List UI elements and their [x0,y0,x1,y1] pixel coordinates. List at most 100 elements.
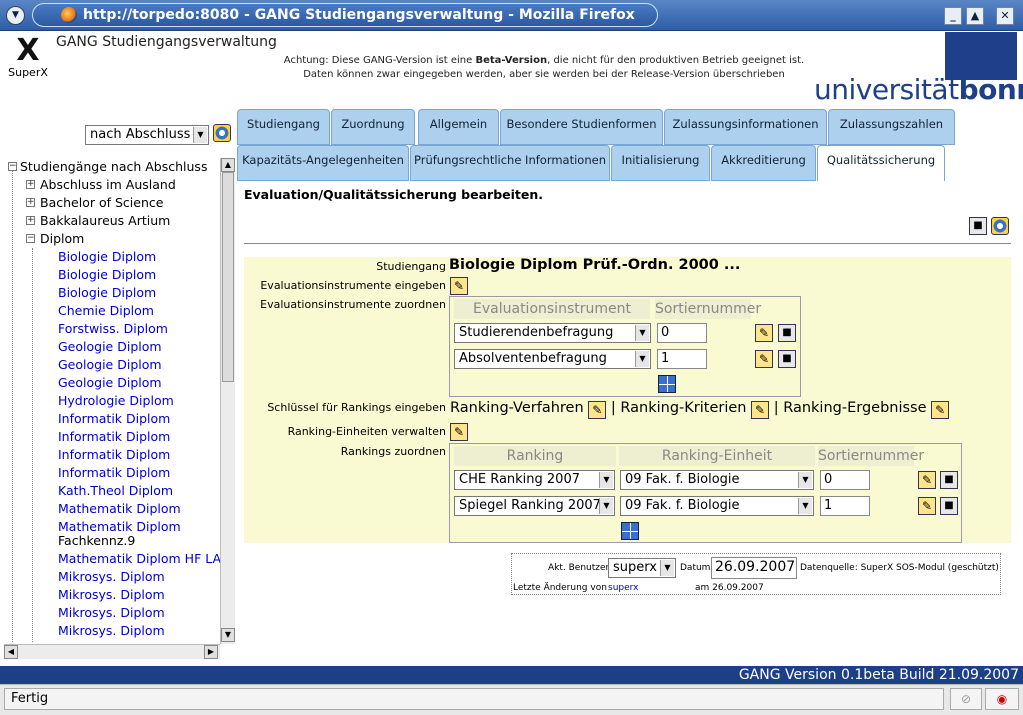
last-change-user-link[interactable]: superx [608,583,638,593]
tree-leaf[interactable]: Biologie Diplom [4,266,220,284]
date-label: Datum [680,563,711,573]
tree-leaf[interactable]: Mikrosys. Diplom [4,568,220,586]
ranking-select[interactable]: CHE Ranking 2007 ▼ [454,470,615,490]
tree-leaf[interactable]: Informatik Diplom [4,464,220,482]
eval-instrument-select[interactable]: Studierendenbefragung ▼ [454,323,651,343]
tab-row2[interactable]: Initialisierung [611,145,710,181]
maximize-button[interactable]: ▲ [966,7,984,25]
ranking-einheit-select[interactable]: 09 Fak. f. Biologie ▼ [620,496,814,516]
scroll-thumb[interactable] [222,172,234,382]
scroll-up-icon[interactable]: ▲ [221,158,235,172]
ranking-verfahren-link[interactable]: Ranking-Verfahren [450,400,584,416]
pencil-icon[interactable]: ✎ [588,401,607,419]
ranking-select[interactable]: Spiegel Ranking 2007 ▼ [454,496,615,516]
save-icon[interactable]: ■ [778,324,796,342]
tab-row2[interactable]: Prüfungsrechtliche Informationen [410,145,610,181]
eval-instrument-select[interactable]: Absolventenbefragung ▼ [454,349,651,369]
tree-hscrollbar[interactable]: ◀ ▶ [4,644,220,659]
label-rank-einheiten: Ranking-Einheiten verwalten [287,425,446,438]
popup-blocked-icon[interactable]: ◉ [985,688,1019,710]
tree-leaf[interactable]: Hydrologie Diplom [4,392,220,410]
scroll-left-icon[interactable]: ◀ [4,645,18,659]
chevron-down-icon: ▼ [798,472,812,488]
tree-leaf[interactable]: Biologie Diplom [4,248,220,266]
label-eval-eingeben: Evaluationsinstrumente eingeben [260,279,446,292]
tree-leaf[interactable]: Informatik Diplom [4,410,220,428]
tree-leaf[interactable]: Forstwiss. Diplom [4,320,220,338]
pencil-icon[interactable]: ✎ [918,497,936,515]
study-tree: − Studiengänge nach Abschluss + Abschluss … [4,158,220,642]
tree-leaf[interactable]: Mikrosys. Diplom [4,586,220,604]
tree-group[interactable]: − Diplom [4,230,220,248]
tree-leaf[interactable]: Geologie Diplom [4,374,220,392]
window-menu-button[interactable]: ▼ [6,6,25,25]
tree-leaf[interactable]: Biologie Diplom [4,284,220,302]
add-row-icon[interactable] [621,522,639,540]
scroll-right-icon[interactable]: ▶ [204,645,218,659]
ranking-table: Ranking Ranking-Einheit Sortiernummer CH… [449,443,962,543]
tab-row1[interactable]: Studiengang [237,109,330,145]
eval-table: Evaluationsinstrument Sortiernummer Stud… [449,296,801,397]
ranking-einheit-select[interactable]: 09 Fak. f. Biologie ▼ [620,470,814,490]
pencil-icon[interactable]: ✎ [450,277,468,295]
tree-vscrollbar[interactable]: ▲ ▼ [220,158,235,644]
minimize-button[interactable]: _ [944,7,962,25]
refresh-icon[interactable] [991,217,1009,235]
ranking-sort-input[interactable]: 1 [820,496,870,516]
tab-row1[interactable]: Zulassungszahlen [828,109,955,145]
tree-leaf[interactable]: Informatik Diplom [4,446,220,464]
tree-leaf[interactable]: Mathematik Diplom [4,518,220,534]
label-rank-schluessel: Schlüssel für Rankings eingeben [267,401,446,414]
tree-leaf[interactable]: Geologie Diplom [4,338,220,356]
tab-row2[interactable]: Kapazitäts-Angelegenheiten [237,145,409,181]
tree-leaf[interactable]: Informatik Diplom [4,428,220,446]
pencil-icon[interactable]: ✎ [755,350,773,368]
app-title: GANG Studiengangsverwaltung [56,34,277,50]
tree-filter-select[interactable]: nach Abschluss ▼ [85,125,209,145]
tree-group[interactable]: + Bakkalaureus Artium [4,212,220,230]
tree-group[interactable]: + Bachelor of Science [4,194,220,212]
eval-sort-input[interactable]: 0 [657,323,707,343]
tree-leaf[interactable]: Mathematik Diplom HF LA [4,550,220,568]
tab-row1[interactable]: Besondere Studienformen [500,109,663,145]
user-select[interactable]: superx ▼ [608,558,676,578]
tree-group[interactable]: + Abschluss im Ausland [4,176,220,194]
chevron-down-icon: ▼ [635,325,649,341]
firefox-icon [61,7,77,23]
tree-leaf[interactable]: Mikrosys. Diplom [4,640,220,642]
save-icon[interactable]: ■ [778,350,796,368]
pencil-icon[interactable]: ✎ [918,471,936,489]
ranking-ergebnisse-link[interactable]: Ranking-Ergebnisse [783,400,926,416]
eval-sort-input[interactable]: 1 [657,349,707,369]
tree-leaf[interactable]: Kath.Theol Diplom [4,482,220,500]
tree-leaf-continuation[interactable]: Fachkennz.9 [4,532,220,550]
tree-leaf[interactable]: Mathematik Diplom [4,500,220,518]
save-icon[interactable]: ■ [969,217,987,235]
add-row-icon[interactable] [658,375,676,393]
save-icon[interactable]: ■ [940,471,958,489]
tab-row1[interactable]: Zuordnung [331,109,415,145]
version-bar: GANG Version 0.1beta Build 21.09.2007 [0,666,1023,684]
pencil-icon[interactable]: ✎ [931,401,950,419]
tree-leaf[interactable]: Mikrosys. Diplom [4,622,220,640]
tree-leaf[interactable]: Mikrosys. Diplom [4,604,220,622]
tree-leaf[interactable]: Chemie Diplom [4,302,220,320]
refresh-icon[interactable] [213,124,231,142]
tab-qualitaetssicherung-active[interactable]: Qualitätssicherung [817,145,945,181]
ranking-kriterien-link[interactable]: Ranking-Kriterien [620,400,746,416]
chevron-down-icon: ▼ [798,498,812,514]
tab-row2[interactable]: Akkreditierung [711,145,816,181]
tree-root[interactable]: − Studiengänge nach Abschluss [4,158,220,176]
close-button[interactable]: ✕ [996,7,1014,25]
pencil-icon[interactable]: ✎ [450,423,468,441]
connection-icon: ⊘ [950,688,982,710]
date-input[interactable]: 26.09.2007 [711,557,797,579]
tab-row1[interactable]: Zulassungsinformationen [664,109,827,145]
pencil-icon[interactable]: ✎ [751,401,770,419]
save-icon[interactable]: ■ [940,497,958,515]
ranking-sort-input[interactable]: 0 [820,470,870,490]
pencil-icon[interactable]: ✎ [755,324,773,342]
tab-row1[interactable]: Allgemein [418,109,499,145]
scroll-down-icon[interactable]: ▼ [221,628,235,642]
tree-leaf[interactable]: Geologie Diplom [4,356,220,374]
